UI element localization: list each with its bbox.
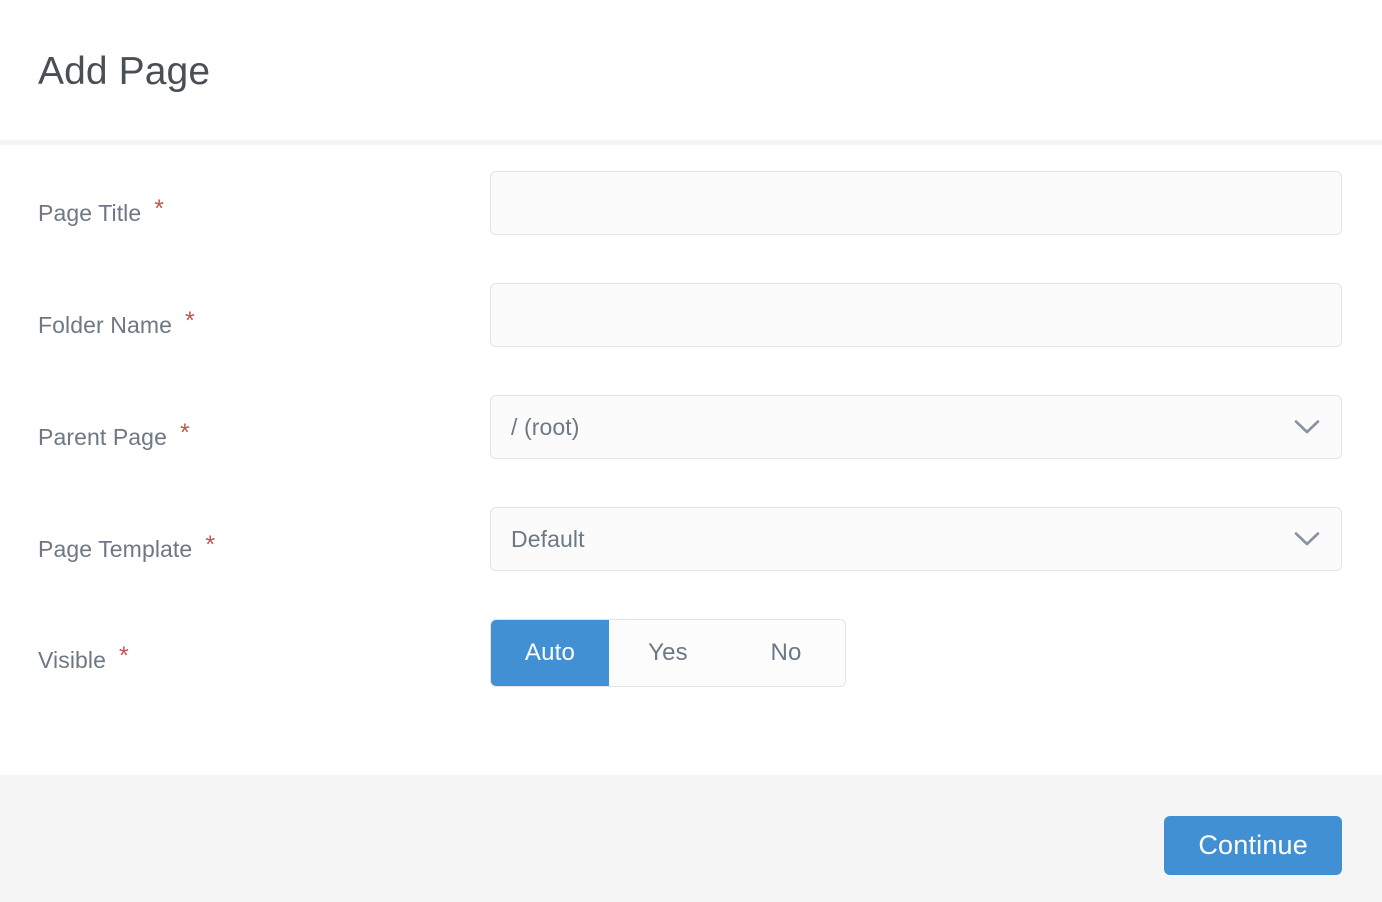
parent-page-select-value[interactable]: / (root) <box>490 395 1342 459</box>
label-text: Page Template <box>38 536 192 563</box>
parent-page-select[interactable]: / (root) <box>490 395 1342 459</box>
form-row-visible: Visible * Auto Yes No <box>38 619 1342 687</box>
form-row-page-title: Page Title * <box>38 171 1342 283</box>
page-template-select[interactable]: Default <box>490 507 1342 571</box>
label-page-template: Page Template * <box>38 507 490 563</box>
control-parent-page: / (root) <box>490 395 1342 459</box>
dialog-body: Page Title * Folder Name * Parent Page * <box>0 145 1382 775</box>
label-text: Page Title <box>38 200 141 227</box>
page-title-input[interactable] <box>490 171 1342 235</box>
control-folder-name <box>490 283 1342 347</box>
page-title: Add Page <box>38 47 210 94</box>
label-text: Parent Page <box>38 424 167 451</box>
folder-name-input[interactable] <box>490 283 1342 347</box>
control-page-template: Default <box>490 507 1342 571</box>
label-parent-page: Parent Page * <box>38 395 490 451</box>
form-row-page-template: Page Template * Default <box>38 507 1342 619</box>
continue-button[interactable]: Continue <box>1164 816 1342 875</box>
control-visible: Auto Yes No <box>490 619 1342 687</box>
visible-option-yes[interactable]: Yes <box>609 620 727 686</box>
control-page-title <box>490 171 1342 235</box>
dialog-footer: Continue <box>0 775 1382 902</box>
visible-button-group: Auto Yes No <box>490 619 846 687</box>
label-folder-name: Folder Name * <box>38 283 490 339</box>
visible-option-no[interactable]: No <box>727 620 845 686</box>
label-page-title: Page Title * <box>38 171 490 227</box>
page-template-select-value[interactable]: Default <box>490 507 1342 571</box>
visible-option-auto[interactable]: Auto <box>491 620 609 686</box>
label-text: Visible <box>38 647 106 674</box>
dialog-header: Add Page <box>0 0 1382 145</box>
add-page-dialog: Add Page Page Title * Folder Name * <box>0 0 1382 902</box>
label-visible: Visible * <box>38 619 490 674</box>
form-row-folder-name: Folder Name * <box>38 283 1342 395</box>
label-text: Folder Name <box>38 312 172 339</box>
form-row-parent-page: Parent Page * / (root) <box>38 395 1342 507</box>
